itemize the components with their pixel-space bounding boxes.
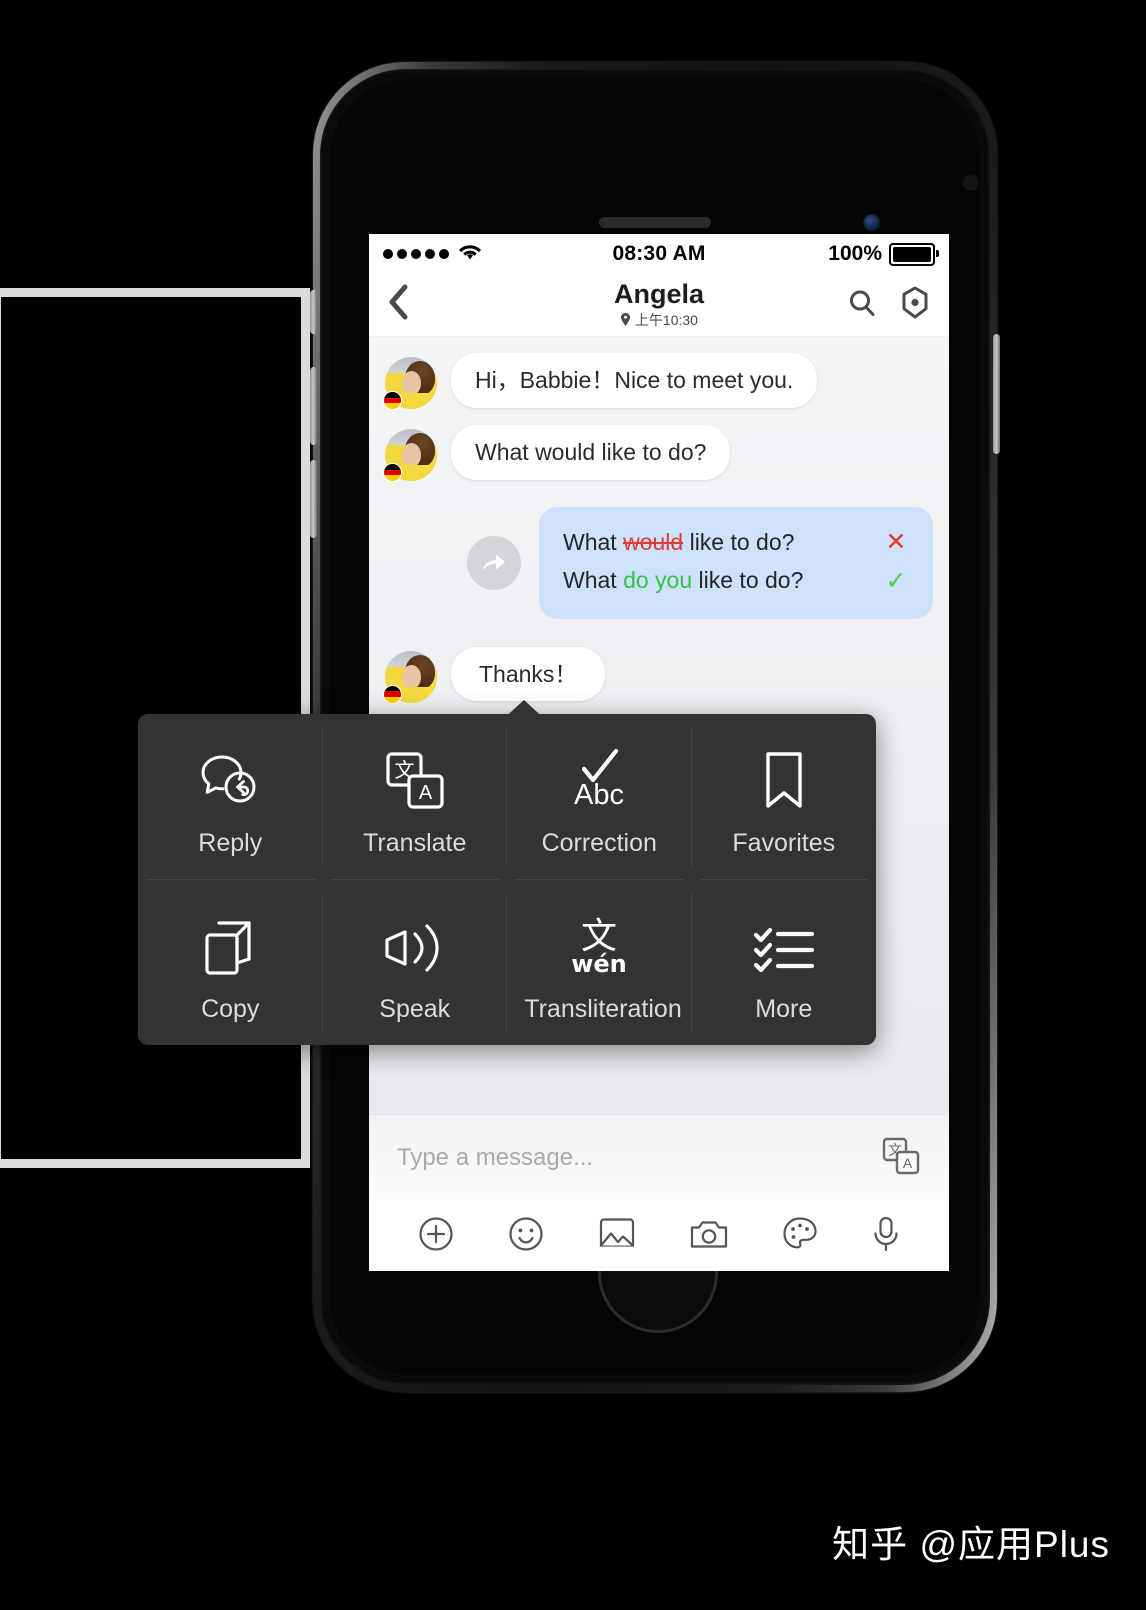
speaker-icon [379, 902, 451, 978]
forward-arrow-icon[interactable] [467, 535, 521, 590]
menu-item-copy[interactable]: Copy [138, 880, 323, 1046]
mute-switch[interactable] [310, 290, 317, 334]
correction-wrong-text: What would like to do? [563, 528, 795, 555]
message-row-1: Hi，Babbie！Nice to meet you. [369, 353, 949, 410]
microphone-icon[interactable] [871, 1215, 901, 1258]
menu-item-transliteration[interactable]: 文 wén Transliteration [507, 880, 692, 1046]
menu-item-favorites[interactable]: Favorites [692, 714, 877, 880]
copy-icon [201, 902, 259, 978]
correction-right-line: What do you like to do? ✓ [563, 562, 913, 601]
checklist-icon [752, 902, 816, 978]
front-camera-icon [864, 215, 879, 230]
palette-icon[interactable] [781, 1215, 819, 1258]
menu-item-reply[interactable]: Reply [138, 714, 323, 880]
bookmark-icon [760, 736, 808, 812]
menu-item-label: Copy [201, 994, 260, 1023]
message-bubble-selected[interactable]: Thanks！ [451, 646, 606, 702]
avatar[interactable] [383, 429, 437, 482]
message-row-3: Thanks！ [369, 646, 949, 704]
avatar-face [402, 371, 421, 395]
contact-local-time-label: 上午10:30 [634, 311, 698, 328]
germany-flag-icon [383, 391, 402, 410]
volume-up-button[interactable] [310, 367, 317, 445]
message-input-bar[interactable]: Type a message... 文 A [369, 1114, 949, 1201]
message-bubble[interactable]: What would like to do? [451, 425, 731, 480]
message-input[interactable]: Type a message... [397, 1144, 881, 1172]
translate-icon[interactable]: 文 A [881, 1136, 921, 1181]
correct-mark-icon: ✓ [885, 566, 907, 595]
svg-text:A: A [419, 782, 433, 804]
menu-item-label: Transliteration [524, 994, 682, 1023]
message-row-2: What would like to do? [369, 425, 949, 482]
chat-navigation-bar: Angela 上午10:30 [369, 274, 949, 337]
menu-item-label: More [755, 994, 813, 1023]
avatar[interactable] [383, 650, 437, 704]
svg-text:A: A [903, 1155, 913, 1171]
context-menu-pointer [500, 700, 548, 722]
avatar-face [402, 664, 421, 689]
check-abc-icon: Abc [564, 736, 634, 812]
status-bar: 08:30 AM 100% [369, 234, 949, 274]
battery-icon [889, 242, 939, 266]
correction-bubble[interactable]: What would like to do? ✕ What do you lik… [539, 507, 933, 619]
power-button[interactable] [993, 334, 1000, 454]
poster-stage: 08:30 AM 100% Angela 上午10:30 Hi，Babbie！N… [0, 0, 1146, 1610]
hexagon-target-icon[interactable] [899, 286, 931, 324]
watermark: 知乎 @应用Plus [832, 1524, 1110, 1565]
incorrect-mark-icon: ✕ [885, 528, 907, 556]
camera-icon[interactable] [689, 1216, 729, 1257]
menu-item-label: Translate [363, 829, 467, 858]
correction-wrap: What would like to do? ✕ What do you lik… [385, 507, 933, 619]
menu-item-speak[interactable]: Speak [323, 880, 508, 1046]
menu-item-label: Reply [198, 829, 263, 858]
menu-item-more[interactable]: More [692, 880, 877, 1046]
strikethrough-word: would [623, 528, 684, 555]
nav-actions [847, 286, 931, 324]
image-icon[interactable] [597, 1215, 637, 1258]
correction-wrong-line: What would like to do? ✕ [563, 523, 913, 562]
correction-right-text: What do you like to do? [563, 567, 804, 594]
message-bubble[interactable]: Hi，Babbie！Nice to meet you. [451, 353, 818, 408]
smiley-icon[interactable] [507, 1215, 545, 1258]
media-toolbar [369, 1201, 949, 1271]
wen-pinyin-icon: 文 wén [565, 902, 633, 978]
avatar-face [402, 443, 421, 467]
correction-row: What would like to do? ✕ What do you lik… [369, 507, 949, 619]
menu-item-translate[interactable]: 文 A Translate [323, 714, 508, 880]
back-button[interactable] [387, 284, 427, 326]
corrected-word: do you [623, 567, 693, 594]
germany-flag-icon [383, 684, 402, 704]
location-pin-icon [620, 312, 635, 328]
message-context-menu[interactable]: Reply 文 A Translate Abc Correction Favor… [138, 714, 876, 1045]
menu-item-label: Favorites [732, 829, 836, 858]
avatar[interactable] [383, 357, 437, 410]
proximity-sensor-icon [963, 175, 979, 191]
menu-item-label: Speak [379, 994, 451, 1023]
translate-icon: 文 A [384, 736, 446, 812]
reply-bubble-icon [198, 736, 262, 812]
volume-down-button[interactable] [310, 460, 317, 538]
search-icon[interactable] [847, 288, 877, 323]
svg-text:wén: wén [571, 950, 627, 978]
germany-flag-icon [383, 463, 402, 482]
svg-text:Abc: Abc [574, 779, 624, 811]
plus-circle-icon[interactable] [417, 1215, 455, 1258]
menu-item-correction[interactable]: Abc Correction [507, 714, 692, 880]
earpiece-speaker [599, 217, 711, 228]
status-time: 08:30 AM [612, 242, 706, 265]
menu-item-label: Correction [541, 829, 657, 858]
